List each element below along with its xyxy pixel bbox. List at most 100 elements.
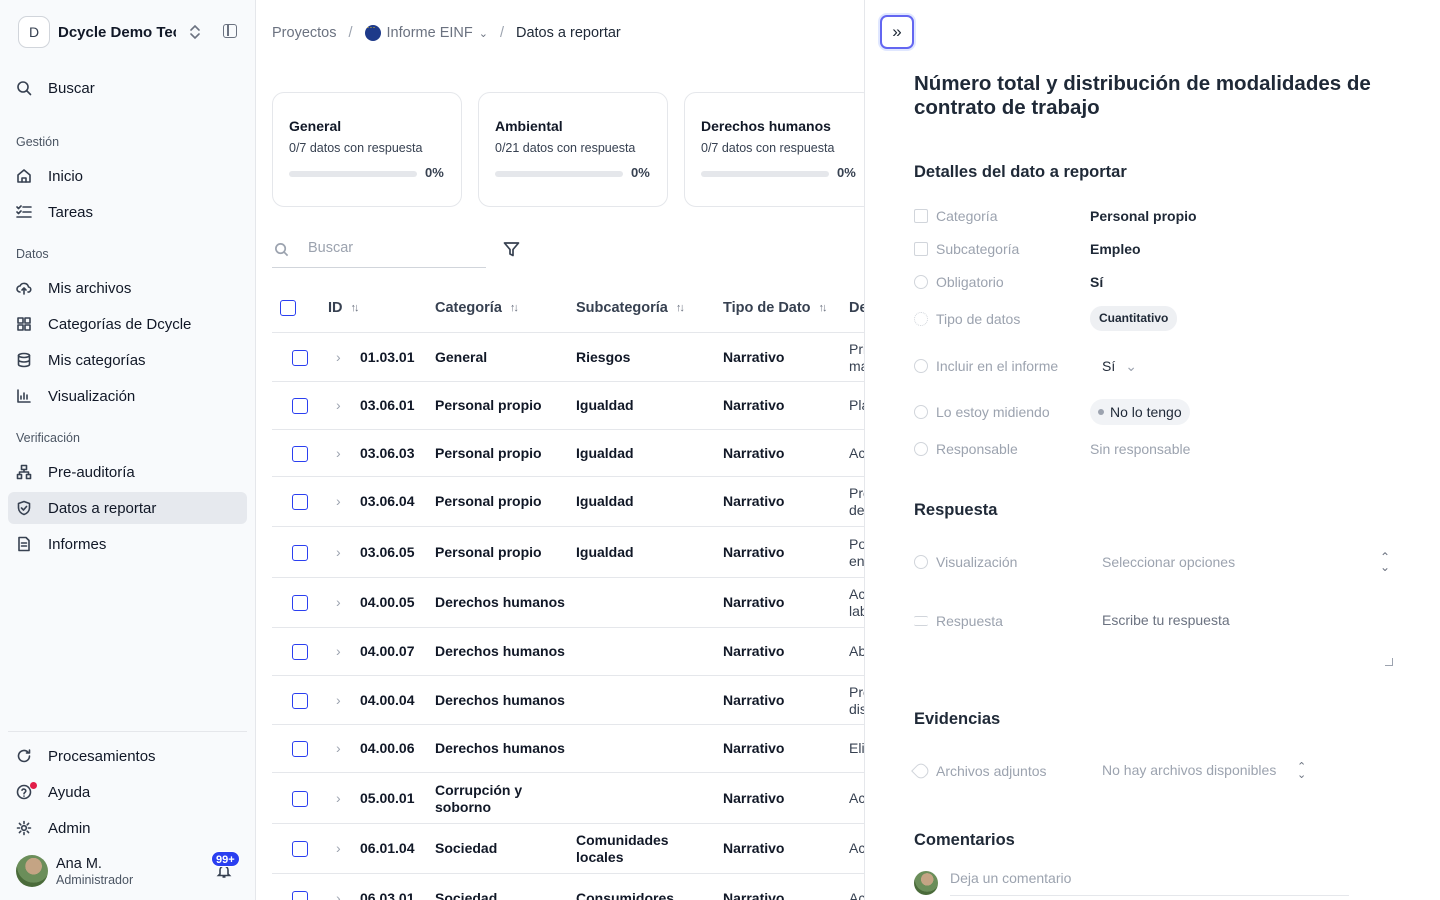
chevron-right-icon[interactable]: › [336, 445, 341, 461]
table-row[interactable]: › 03.06.01 Personal propio Igualdad Narrati… [272, 382, 864, 430]
column-header-subcategoria[interactable]: Subcategoría ↑↓ [576, 300, 685, 316]
sidebar-item-categorias-dcycle[interactable]: Categorías de Dcycle [8, 308, 247, 340]
row-checkbox[interactable] [292, 891, 308, 900]
table-row[interactable]: › 04.00.04 Derechos humanos Narrativo Predi… [272, 676, 864, 725]
progress-card[interactable]: Ambiental 0/21 datos con respuesta 0% [478, 92, 668, 207]
table-row[interactable]: › 05.00.01 Corrupción y soborno Narrativo Ac [272, 773, 864, 824]
workspace-name: Dcycle Demo Tech [58, 23, 176, 41]
workspace-switcher[interactable]: D Dcycle Demo Tech [18, 16, 248, 48]
search-input[interactable] [308, 240, 478, 256]
row-checkbox[interactable] [292, 791, 308, 807]
sidebar-search[interactable]: Buscar [8, 72, 247, 104]
breadcrumb-proyectos[interactable]: Proyectos [272, 25, 336, 41]
column-header-descripcion[interactable]: De [849, 300, 864, 316]
cell-tipo: Narrativo [723, 544, 785, 560]
sidebar-item-label: Datos a reportar [48, 499, 157, 517]
progress-card[interactable]: General 0/7 datos con respuesta 0% [272, 92, 462, 207]
comment-input[interactable]: Deja un comentario [950, 870, 1349, 896]
row-checkbox[interactable] [292, 398, 308, 414]
chevron-right-icon[interactable]: › [336, 493, 341, 509]
chevron-right-icon[interactable]: › [336, 397, 341, 413]
column-header-categoria[interactable]: Categoría ↑↓ [435, 300, 519, 316]
chevron-right-icon[interactable]: › [336, 544, 341, 560]
column-header-id[interactable]: ID ↑↓ [328, 300, 360, 316]
sidebar-item-ayuda[interactable]: Ayuda [8, 776, 247, 808]
row-checkbox[interactable] [292, 741, 308, 757]
row-checkbox[interactable] [292, 644, 308, 660]
table-row[interactable]: › 01.03.01 General Riesgos Narrativo Prima [272, 333, 864, 382]
row-checkbox[interactable] [292, 693, 308, 709]
progress-card[interactable]: Derechos humanos 0/7 datos con respuesta… [684, 92, 864, 207]
checklist-icon [16, 204, 32, 220]
cell-descripcion: Ab [849, 643, 864, 659]
chevron-up-down-icon[interactable] [188, 24, 202, 40]
user-profile[interactable]: Ana M. Administrador 99+ [16, 851, 248, 891]
progress-bar [289, 171, 417, 177]
sidebar-item-procesamientos[interactable]: Procesamientos [8, 740, 247, 772]
cell-id: 01.03.01 [360, 349, 415, 365]
sidebar-item-informes[interactable]: Informes [8, 528, 247, 560]
sort-icon[interactable]: ↑↓ [351, 302, 360, 314]
chevron-down-icon[interactable]: ⌄ [479, 27, 488, 40]
cell-descripcion: Ac [849, 890, 864, 900]
table-row[interactable]: › 04.00.07 Derechos humanos Narrativo Ab [272, 628, 864, 676]
sidebar-toggle-icon[interactable] [223, 24, 237, 38]
table-search[interactable] [272, 232, 486, 268]
row-checkbox[interactable] [292, 595, 308, 611]
table-row[interactable]: › 06.03.01 Sociedad Consumidores Narrativo A… [272, 874, 864, 900]
row-checkbox[interactable] [292, 841, 308, 857]
progress-bar [495, 171, 623, 177]
sort-icon[interactable]: ↑↓ [676, 302, 685, 314]
field-label-subcategoria: Subcategoría [914, 241, 1019, 257]
table-row[interactable]: › 03.06.05 Personal propio Igualdad Narrati… [272, 527, 864, 578]
sidebar-item-visualizacion[interactable]: Visualización [8, 380, 247, 412]
table-row[interactable]: › 04.00.05 Derechos humanos Narrativo Ac lab [272, 578, 864, 628]
row-checkbox[interactable] [292, 446, 308, 462]
cell-categoria: Personal propio [435, 544, 542, 560]
row-checkbox[interactable] [292, 545, 308, 561]
table-row[interactable]: › 03.06.03 Personal propio Igualdad Narrati… [272, 430, 864, 477]
table-row[interactable]: › 03.06.04 Personal propio Igualdad Narrati… [272, 477, 864, 527]
sidebar-item-datos-a-reportar[interactable]: Datos a reportar [8, 492, 247, 524]
sidebar-item-mis-archivos[interactable]: Mis archivos [8, 272, 247, 304]
chevron-right-icon[interactable]: › [336, 840, 341, 856]
database-icon [16, 352, 32, 368]
panel-title: Número total y distribución de modalidad… [914, 72, 1371, 119]
document-icon [16, 536, 32, 552]
attachments-select[interactable]: No hay archivos disponibles [1102, 762, 1276, 778]
include-in-report-select[interactable]: Sí [1102, 358, 1137, 375]
chevron-right-icon[interactable]: › [336, 643, 341, 659]
chevron-up-down-icon[interactable]: ⌃ ⌄ [1297, 762, 1306, 781]
chevron-right-icon[interactable]: › [336, 890, 341, 900]
sidebar-item-inicio[interactable]: Inicio [8, 160, 247, 192]
responsible-select[interactable]: Sin responsable [1090, 441, 1190, 457]
column-header-tipo[interactable]: Tipo de Dato ↑↓ [723, 300, 828, 316]
response-textarea[interactable]: Escribe tu respuesta [1090, 606, 1393, 666]
table-row[interactable]: › 06.01.04 Sociedad Comunidades locales Narr… [272, 824, 864, 874]
row-checkbox[interactable] [292, 350, 308, 366]
filter-icon[interactable] [503, 241, 520, 258]
sort-icon[interactable]: ↑↓ [510, 302, 519, 314]
row-checkbox[interactable] [292, 494, 308, 510]
check-circle-icon [914, 405, 928, 419]
chevron-right-icon[interactable]: › [336, 692, 341, 708]
measuring-status-pill[interactable]: No lo tengo [1090, 399, 1190, 425]
chevron-right-icon[interactable]: › [336, 790, 341, 806]
sort-icon[interactable]: ↑↓ [819, 302, 828, 314]
sidebar-item-mis-categorias[interactable]: Mis categorías [8, 344, 247, 376]
chevron-right-icon[interactable]: › [336, 740, 341, 756]
home-icon [16, 168, 32, 184]
sidebar-item-tareas[interactable]: Tareas [8, 196, 247, 228]
visualization-select[interactable]: Seleccionar opciones ⌃ ⌄ [1090, 548, 1390, 576]
sidebar-item-admin[interactable]: Admin [8, 812, 247, 844]
select-all-checkbox[interactable] [280, 300, 296, 316]
sidebar-item-pre-auditoria[interactable]: Pre-auditoría [8, 456, 247, 488]
breadcrumb-informe[interactable]: Informe EINF [387, 25, 473, 41]
progress-bar [701, 171, 829, 177]
table-row[interactable]: › 04.00.06 Derechos humanos Narrativo Eli [272, 725, 864, 773]
chevron-right-icon[interactable]: › [336, 349, 341, 365]
resize-handle-icon[interactable] [1385, 658, 1393, 666]
sidebar-item-label: Admin [48, 819, 91, 837]
collapse-panel-button[interactable]: » [880, 15, 914, 49]
chevron-right-icon[interactable]: › [336, 594, 341, 610]
